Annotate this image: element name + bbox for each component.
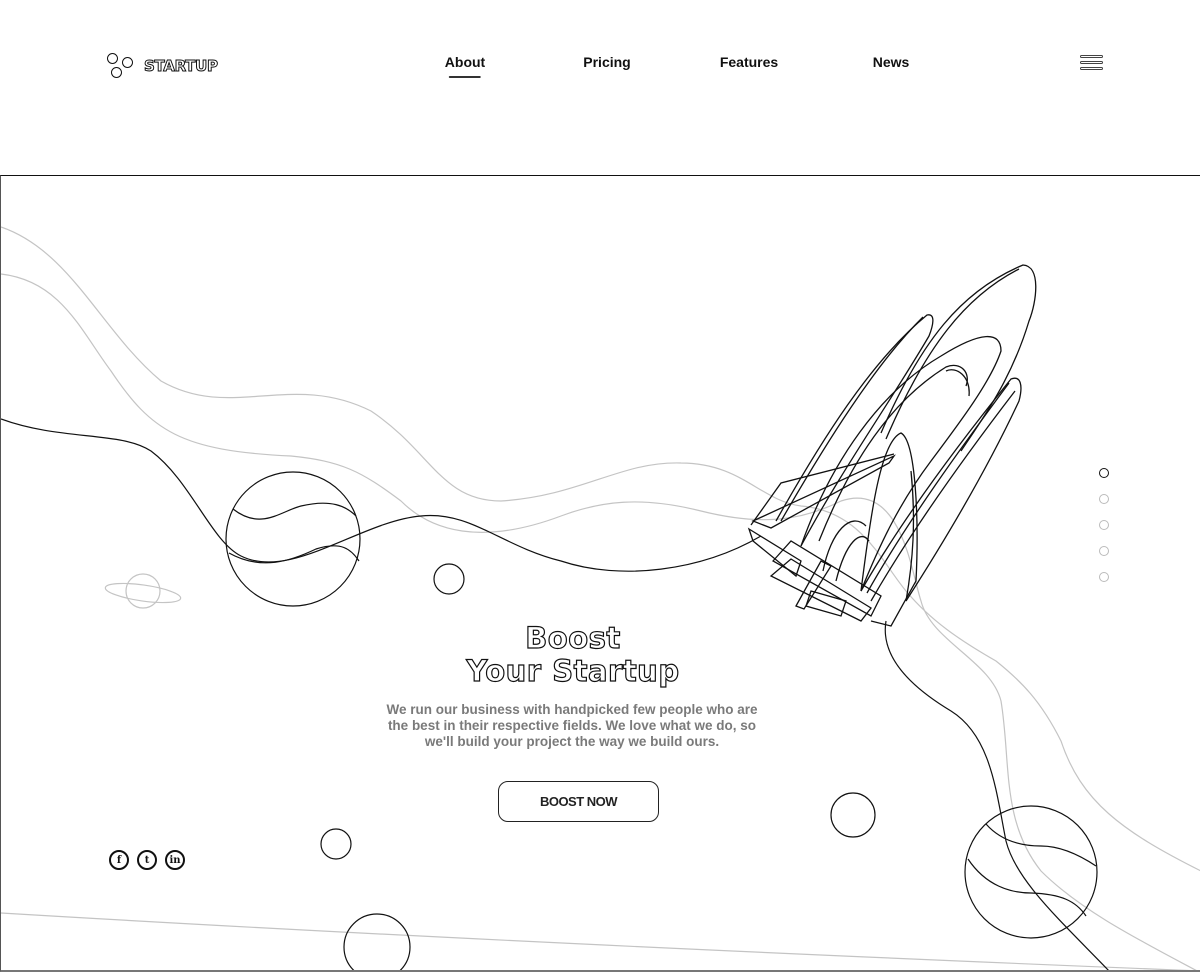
rocket-nozzle <box>795 560 832 610</box>
boost-now-button[interactable]: BOOST NOW <box>498 781 659 822</box>
headline-line-2: Your Startup <box>466 654 680 688</box>
small-moon-3 <box>830 792 876 838</box>
planet-right <box>964 805 1098 939</box>
hero-headline: Boost Your Startup <box>1 621 1145 688</box>
social-links: f t in <box>109 850 185 870</box>
rocket-body <box>800 335 1002 592</box>
slider-dot-2[interactable] <box>1099 494 1109 504</box>
hero-section: Boost Your Startup We run our business w… <box>0 175 1200 972</box>
wave-dark-main <box>1 418 762 572</box>
nav-item-features[interactable]: Features <box>720 54 778 70</box>
hamburger-menu-icon[interactable] <box>1079 53 1105 73</box>
slider-dot-4[interactable] <box>1099 546 1109 556</box>
main-nav: About Pricing Features News <box>0 54 1200 78</box>
slider-dot-3[interactable] <box>1099 520 1109 530</box>
planet-bottom <box>343 913 411 970</box>
facebook-icon[interactable]: f <box>109 850 129 870</box>
headline-line-1: Boost <box>525 621 621 655</box>
twitter-icon[interactable]: t <box>137 850 157 870</box>
nav-item-pricing[interactable]: Pricing <box>583 54 630 70</box>
slider-pagination <box>1099 468 1111 598</box>
slider-dot-5[interactable] <box>1099 572 1109 582</box>
planet-left <box>225 471 361 607</box>
small-moon-1 <box>433 563 465 595</box>
wave-light-1 <box>1 226 1200 872</box>
rocket-left-booster <box>775 314 934 547</box>
site-header: STARTUP About Pricing Features News <box>0 0 1200 130</box>
slider-dot-1[interactable] <box>1099 468 1109 478</box>
rocket-right-booster <box>860 377 1022 602</box>
ringed-planet <box>125 573 161 609</box>
small-moon-2 <box>320 828 352 860</box>
foreground-lines <box>1 418 1109 970</box>
linkedin-icon[interactable]: in <box>165 850 185 870</box>
horizon-line <box>1 912 1192 970</box>
nav-item-about[interactable]: About <box>445 54 485 78</box>
hero-description: We run our business with handpicked few … <box>386 702 758 749</box>
ringed-planet-ring <box>104 582 182 604</box>
nav-item-news[interactable]: News <box>873 54 910 70</box>
